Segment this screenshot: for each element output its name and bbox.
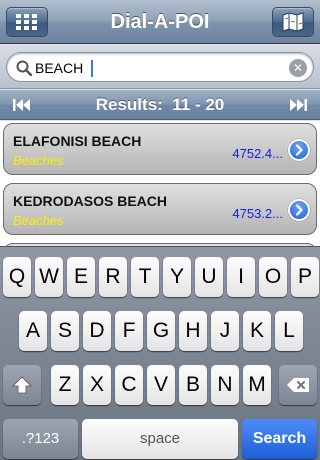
key-a[interactable]: A: [19, 311, 47, 351]
search-key[interactable]: Search: [242, 419, 317, 459]
map-button[interactable]: [272, 7, 314, 37]
page-title: Dial-A-POI: [110, 11, 210, 33]
key-j[interactable]: J: [211, 311, 239, 351]
key-m[interactable]: M: [243, 365, 271, 405]
key-e[interactable]: E: [67, 257, 95, 297]
numbers-key[interactable]: .?123: [3, 419, 78, 459]
key-q[interactable]: Q: [3, 257, 31, 297]
key-g[interactable]: G: [147, 311, 175, 351]
results-list: ELAFONISI BEACH Beaches 4752.4... KEDROD…: [0, 121, 320, 246]
key-u[interactable]: U: [195, 257, 223, 297]
key-i[interactable]: I: [227, 257, 255, 297]
poi-distance: 4753.2...: [232, 206, 283, 221]
key-v[interactable]: V: [147, 365, 175, 405]
skip-back-icon: [12, 99, 32, 117]
key-l[interactable]: L: [275, 311, 303, 351]
clear-search-button[interactable]: ✕: [289, 59, 307, 77]
poi-category: Beaches: [13, 213, 64, 228]
last-page-button[interactable]: [288, 97, 308, 113]
key-o[interactable]: O: [259, 257, 287, 297]
poi-distance: 4752.4...: [232, 146, 283, 161]
key-w[interactable]: W: [35, 257, 63, 297]
results-range-label: Results: 11 - 20: [95, 95, 225, 114]
navigation-bar: Dial-A-POI: [0, 0, 320, 44]
search-bar: ✕: [0, 45, 320, 89]
space-key[interactable]: space: [82, 419, 238, 459]
close-icon: ✕: [292, 61, 304, 75]
search-icon: [16, 60, 33, 81]
key-k[interactable]: K: [243, 311, 271, 351]
app-screen: Dial-A-POI ✕: [0, 0, 320, 460]
key-n[interactable]: N: [211, 365, 239, 405]
key-d[interactable]: D: [83, 311, 111, 351]
key-s[interactable]: S: [51, 311, 79, 351]
search-field[interactable]: ✕: [6, 52, 314, 82]
list-item[interactable]: KEDRODASOS BEACH Beaches 4753.2...: [3, 183, 317, 235]
search-input[interactable]: [35, 57, 285, 79]
key-t[interactable]: T: [131, 257, 159, 297]
results-bar: Results: 11 - 20: [0, 90, 320, 120]
key-h[interactable]: H: [179, 311, 207, 351]
chevron-right-icon: [295, 144, 303, 156]
skip-forward-icon: [288, 99, 308, 117]
text-cursor: [91, 60, 93, 77]
first-page-button[interactable]: [12, 97, 32, 113]
list-item[interactable]: ELAFONISI BEACH Beaches 4752.4...: [3, 123, 317, 175]
poi-name: ELAFONISI BEACH: [13, 133, 142, 149]
key-b[interactable]: B: [179, 365, 207, 405]
detail-disclosure-button[interactable]: [288, 199, 310, 221]
key-r[interactable]: R: [99, 257, 127, 297]
key-f[interactable]: F: [115, 311, 143, 351]
delete-key[interactable]: [279, 365, 317, 405]
detail-disclosure-button[interactable]: [288, 139, 310, 161]
shift-icon: [12, 376, 32, 394]
key-c[interactable]: C: [115, 365, 143, 405]
chevron-right-icon: [295, 204, 303, 216]
onscreen-keyboard: Q W E R T Y U I O P A S D F G H J K L Z …: [0, 246, 320, 460]
key-z[interactable]: Z: [51, 365, 79, 405]
poi-name: KEDRODASOS BEACH: [13, 193, 168, 209]
key-y[interactable]: Y: [163, 257, 191, 297]
menu-button[interactable]: [6, 7, 48, 37]
backspace-icon: [287, 378, 309, 392]
key-x[interactable]: X: [83, 365, 111, 405]
key-p[interactable]: P: [291, 257, 319, 297]
shift-key[interactable]: [3, 365, 41, 405]
poi-category: Beaches: [13, 153, 64, 168]
